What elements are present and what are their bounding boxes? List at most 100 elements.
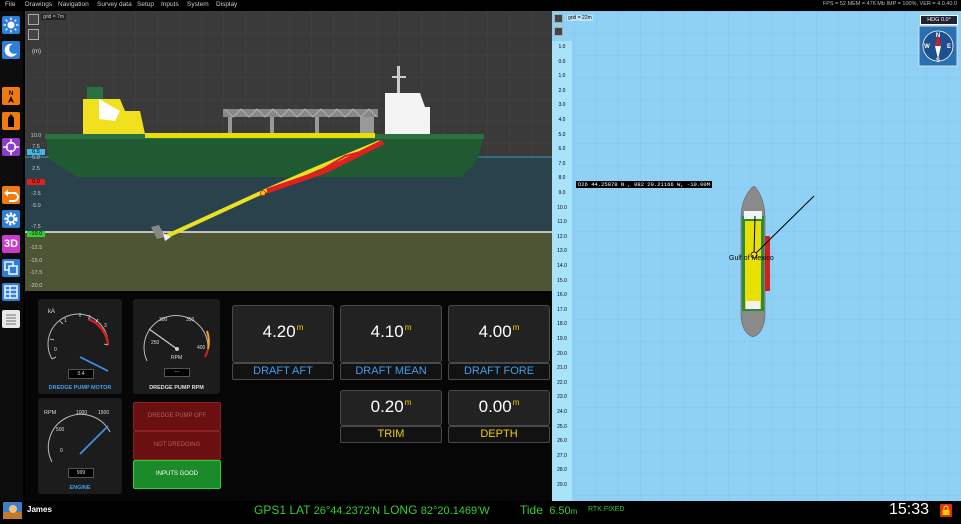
user-name[interactable]: James [27, 505, 52, 514]
moon-icon[interactable] [2, 41, 20, 59]
map-depth-label: 7.0 [558, 160, 566, 167]
profile-scale-label: 0.0 [27, 179, 45, 185]
map-depth-label: 13.0 [557, 248, 567, 255]
clock: 15:33 [889, 501, 930, 518]
profile-scale-label: 2.5 [32, 166, 40, 172]
pump-rpm-readout: --- [164, 368, 190, 377]
svg-text:N: N [936, 33, 940, 39]
map-depth-label: 4.0 [558, 117, 566, 123]
engine-unit: RPM [44, 410, 57, 416]
map-depth-label: 6.0 [558, 146, 566, 153]
pump-motor-title: DREDGE PUMP MOTOR [48, 385, 112, 391]
draft-fore-value: 4.00 [478, 322, 512, 341]
map-depth-label: 3.0 [558, 102, 566, 109]
svg-text:350: 350 [186, 317, 195, 323]
dredging-status[interactable]: NOT DREDGING [133, 431, 221, 460]
plan-map-view[interactable]: grid = 22m D26 44.25878 N , 082 20.21166… [552, 11, 961, 501]
map-depth-label: 19.0 [557, 336, 567, 342]
menu-file[interactable]: File [5, 1, 15, 8]
map-view-toggle[interactable] [554, 27, 563, 36]
dredge-pump-status[interactable]: DREDGE PUMP OFF [133, 402, 221, 431]
svg-text:1: 1 [64, 318, 67, 324]
draft-mean-box: 4.10m [340, 305, 442, 363]
crosshair-icon[interactable] [2, 138, 20, 156]
menu-display[interactable]: Display [216, 1, 237, 8]
instrument-panel: kA 0 1 2 3 0.4 DREDGE PUMP MOTOR 250 3 0 0… [25, 291, 552, 501]
map-depth-scale: 1.0 0.0 1.0 2.0 3.0 4.0 5.0 6.0 7.0 8.0 9.0 10.0 11.… [552, 41, 572, 501]
pump-rpm-unit: RPM [171, 355, 182, 361]
longitude-value: 82°20.1469'W [420, 505, 490, 517]
svg-text:2: 2 [88, 315, 91, 321]
tide-value: 6.50 [549, 505, 571, 517]
menu-setup[interactable]: Setup [137, 1, 154, 8]
map-depth-label: 1.0 [558, 44, 566, 50]
map-depth-label: 16.0 [557, 292, 567, 299]
north-up-icon[interactable]: N [2, 87, 20, 105]
left-toolbar: N 3D [0, 11, 23, 501]
notes-icon[interactable] [2, 310, 20, 328]
map-depth-label: 9.0 [558, 190, 566, 196]
place-label: Gulf of Mexico [729, 255, 774, 262]
gps-readout: GPS1 LAT 26°44.2372'N LONG 82°20.1469'W [254, 503, 490, 517]
tide-readout: Tide 6.50m [520, 503, 577, 517]
engine-gauge: RPM 0 500 1000 1500 999 ENGINE [38, 398, 122, 494]
map-depth-label: 24.0 [557, 409, 567, 415]
svg-text:0: 0 [54, 347, 57, 353]
engine-title: ENGINE [69, 485, 91, 491]
layers-icon[interactable] [2, 259, 20, 277]
trim-value: 0.20 [370, 397, 404, 416]
menu-survey-data[interactable]: Survey data [97, 1, 132, 8]
map-depth-label: 12.0 [557, 233, 567, 240]
profile-scale-label: -20.0 [29, 283, 43, 289]
svg-text:E: E [947, 44, 951, 50]
menu-inputs[interactable]: Inputs [161, 1, 179, 8]
profile-scale-label: -5.0 [31, 203, 41, 209]
profile-scale-label: -7.5 [31, 224, 41, 230]
compass-widget[interactable]: HDG 0.0° N E S W [918, 15, 958, 67]
depth-label: DEPTH [448, 426, 550, 443]
svg-text:W: W [924, 44, 930, 50]
user-avatar[interactable] [3, 502, 22, 519]
pump-motor-readout: 0.4 [68, 369, 94, 379]
long-label: LONG [383, 503, 418, 517]
map-depth-label: 21.0 [557, 365, 567, 372]
ship-orientation-icon[interactable] [2, 112, 20, 130]
gear-icon[interactable] [2, 210, 20, 228]
profile-scale-label: -10.0 [27, 231, 45, 237]
draft-mean-label: DRAFT MEAN [340, 363, 442, 380]
draft-aft-unit: m [296, 323, 304, 333]
profile-scale-label: -15.0 [29, 258, 43, 264]
draft-aft-box: 4.20m [232, 305, 334, 363]
svg-text:3: 3 [104, 323, 107, 329]
table-icon[interactable] [2, 283, 20, 301]
draft-fore-label: DRAFT FORE [448, 363, 550, 380]
undo-icon[interactable] [2, 186, 20, 204]
lock-icon[interactable] [940, 504, 952, 517]
dredging-status-label: NOT DREDGING [153, 442, 201, 448]
svg-text:250: 250 [151, 340, 160, 346]
menu-system[interactable]: System [187, 1, 209, 8]
menu-navigation[interactable]: Navigation [58, 1, 89, 8]
3d-icon[interactable]: 3D [2, 235, 20, 253]
dredge-pump-motor-gauge: kA 0 1 2 3 0.4 DREDGE PUMP MOTOR [38, 299, 122, 394]
menu-drawings[interactable]: Drawings [25, 1, 52, 8]
profile-scale-label: -17.5 [29, 270, 43, 276]
map-depth-label: 23.0 [557, 394, 567, 401]
heading-label: HDG 0.0° [920, 15, 958, 25]
system-info: FPS = 52 MEM = 476 Mb IMP = 100%, VER = … [822, 1, 957, 7]
svg-text:S: S [936, 58, 940, 64]
depth-unit: m [512, 398, 520, 408]
profile-depth-scale: 10.0 7.5 6.5 5.0 2.5 0.0 -2.5 -5.0 -7.5 -10.0 -12.… [25, 11, 47, 291]
map-grid-toggle[interactable] [554, 14, 563, 23]
compass-rose-icon: N E S W [918, 25, 958, 67]
status-bar: James GPS1 LAT 26°44.2372'N LONG 82°20.1… [0, 501, 961, 520]
sun-icon[interactable] [2, 16, 20, 34]
svg-text:400: 400 [197, 345, 206, 351]
vessel-profile-view[interactable]: grid = 7m (m) 10.0 7.5 6.5 5.0 2.5 0.0 -2.5 -5.… [25, 11, 552, 291]
lat-label: LAT [289, 503, 311, 517]
depth-value: 0.00 [478, 397, 512, 416]
inputs-status[interactable]: INPUTS GOOD [133, 460, 221, 489]
map-depth-label: 2.0 [558, 87, 566, 94]
pump-rpm-title: DREDGE PUMP RPM [149, 385, 204, 391]
map-depth-label: 25.0 [557, 423, 567, 430]
